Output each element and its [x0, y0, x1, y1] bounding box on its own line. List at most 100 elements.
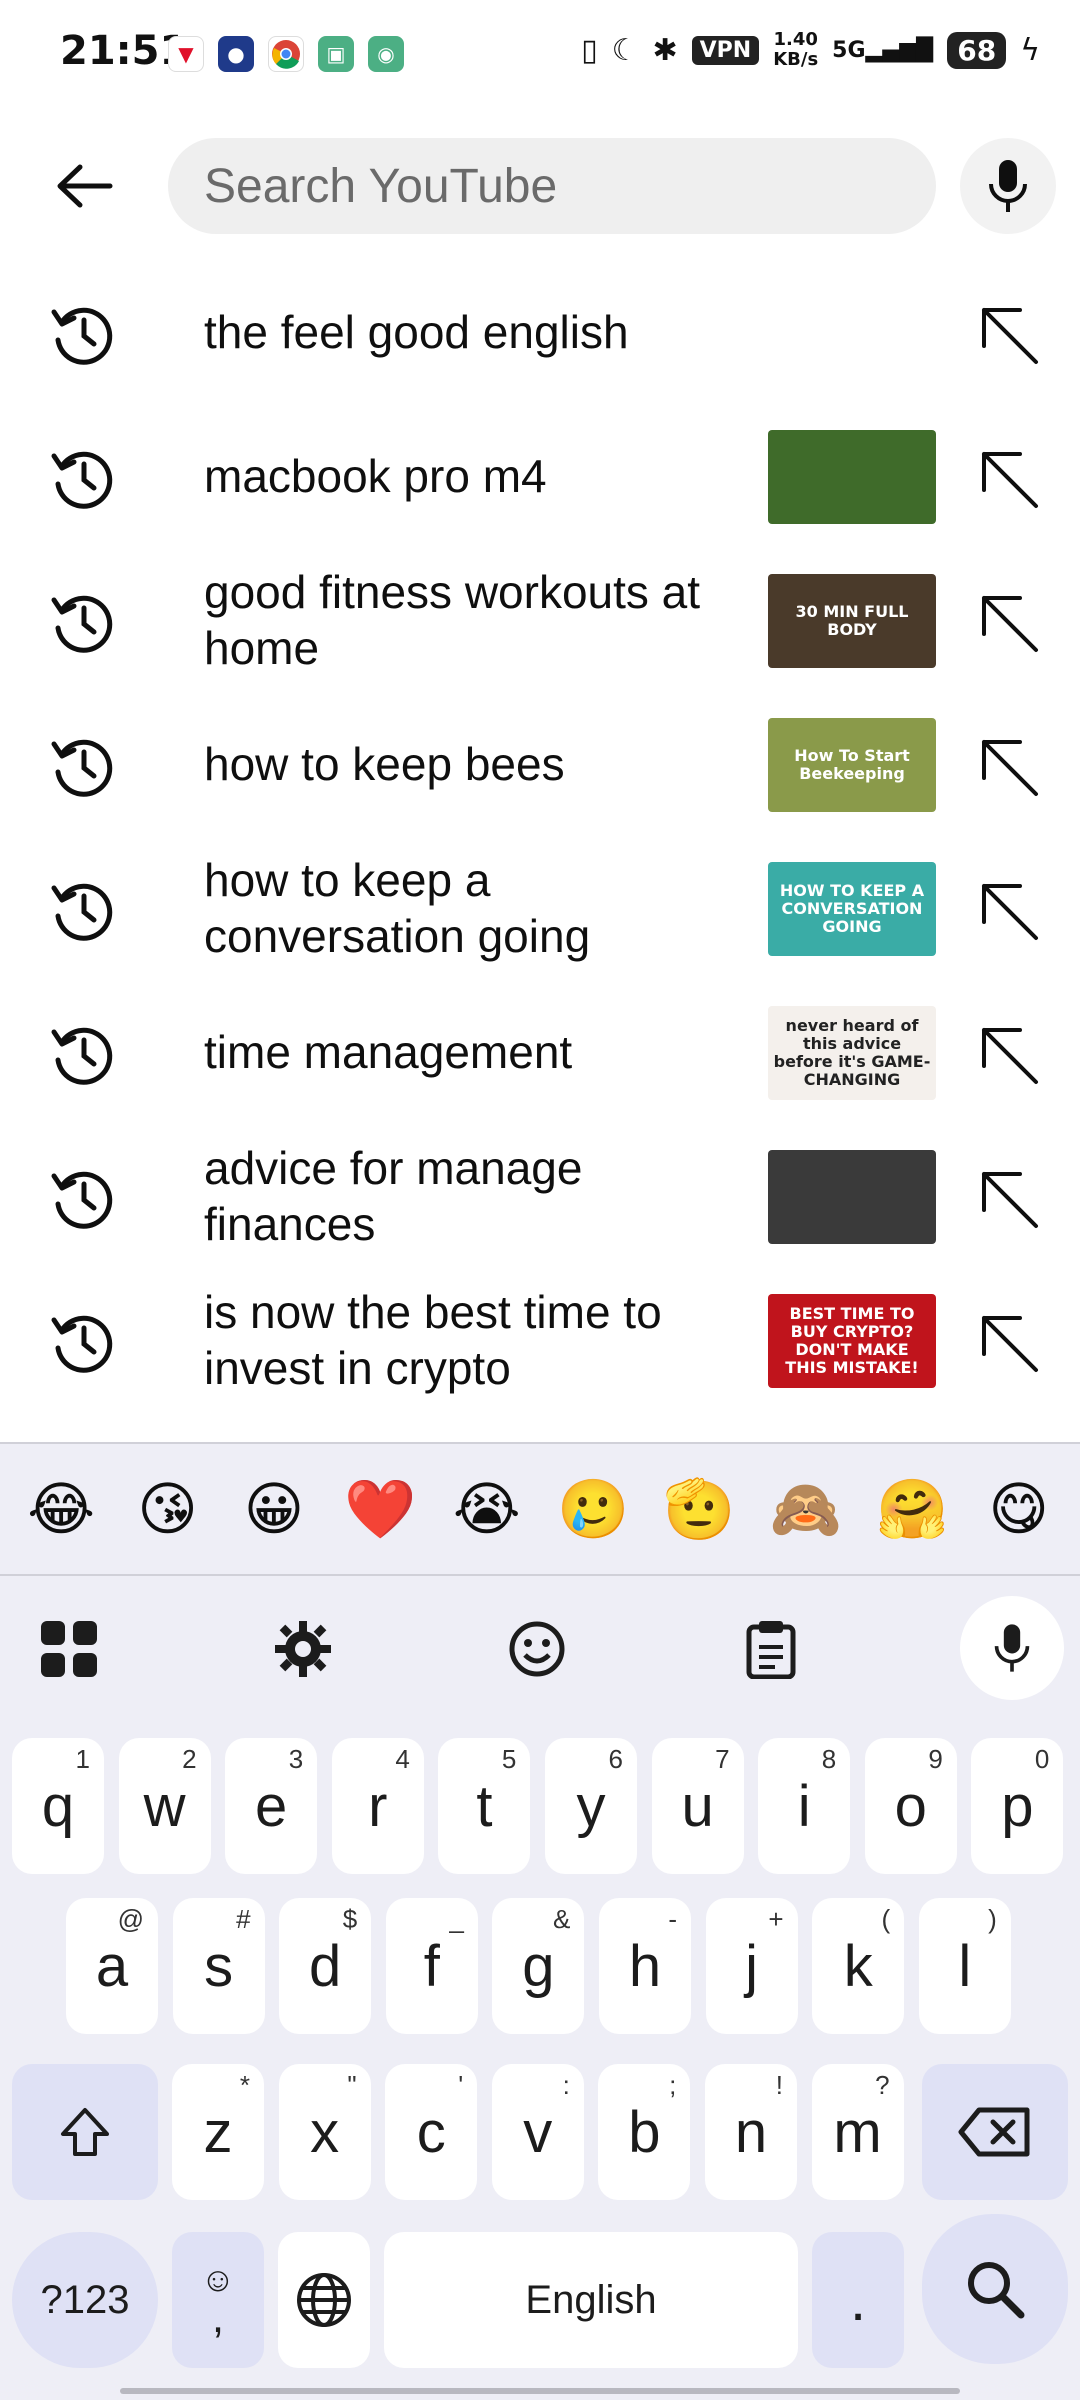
emoji-suggestion[interactable]: 🙈 — [756, 1475, 856, 1544]
key-r[interactable]: r4 — [331, 1738, 424, 1874]
key-h[interactable]: h- — [599, 1898, 691, 2034]
thumbnail-caption: never heard of this advice before it's G… — [773, 1016, 931, 1089]
key-e[interactable]: e3 — [225, 1738, 318, 1874]
fill-query-arrow-button[interactable] — [970, 872, 1050, 952]
language-key[interactable] — [278, 2232, 370, 2368]
speed-value: 1.40 — [773, 29, 818, 50]
key-label: u — [681, 1773, 714, 1839]
comma-key[interactable]: ☺, — [172, 2232, 264, 2368]
key-x[interactable]: x " — [278, 2064, 371, 2200]
suggestion-text: macbook pro m4 — [204, 450, 547, 502]
emoji-suggestion[interactable]: 😭 — [437, 1475, 537, 1543]
key-m[interactable]: m? — [811, 2064, 904, 2200]
key-b[interactable]: b; — [598, 2064, 691, 2200]
emoji-suggestion[interactable]: ❤️ — [330, 1475, 430, 1544]
symbols-key[interactable]: ?123 — [12, 2232, 158, 2368]
key-p[interactable]: p0 — [971, 1738, 1064, 1874]
key-label: d — [309, 1933, 342, 1999]
space-key[interactable]: English — [384, 2232, 798, 2368]
key-hint: ( — [881, 1904, 891, 1934]
key-hint: 9 — [928, 1744, 943, 1774]
history-icon — [48, 300, 118, 370]
fill-query-arrow-button[interactable] — [970, 584, 1050, 664]
suggestion-item[interactable]: the feel good english — [0, 260, 1080, 404]
key-label: English — [525, 2277, 657, 2322]
key-f[interactable]: f _ — [385, 1898, 478, 2034]
key-w[interactable]: w2 — [118, 1738, 211, 1874]
suggestion-item[interactable]: how to keep bees How To Start Beekeeping — [0, 692, 1080, 836]
key-label: q — [41, 1773, 75, 1839]
emoji-suggestion[interactable]: 🤗 — [862, 1475, 962, 1544]
arrow-up-left-icon — [970, 1316, 1050, 1388]
key-hint: 1 — [75, 1744, 90, 1774]
charging-icon: ϟ — [1020, 32, 1040, 68]
emoji-suggestion[interactable]: 😂 — [11, 1475, 111, 1543]
key-s[interactable]: s # — [172, 1898, 265, 2034]
suggestion-thumbnail — [768, 430, 936, 524]
key-hint: 3 — [288, 1744, 304, 1774]
backspace-key[interactable] — [922, 2064, 1068, 2200]
emoji-suggestion[interactable]: 😋 — [969, 1475, 1069, 1543]
key-v[interactable]: v: — [491, 2064, 584, 2200]
fill-query-arrow-button[interactable] — [970, 296, 1050, 376]
emoji-keyboard-button[interactable] — [492, 1604, 582, 1694]
suggestion-item[interactable]: advice for manage finances — [0, 1124, 1080, 1268]
key-c[interactable]: c ' — [385, 2064, 478, 2200]
suggestion-item[interactable]: how to keep a conversation going HOW TO K… — [0, 836, 1080, 980]
history-icon — [48, 876, 118, 946]
fill-query-arrow-button[interactable] — [970, 1016, 1050, 1096]
key-label: r — [368, 1773, 388, 1839]
key-a[interactable]: a @ — [66, 1898, 158, 2034]
status-indicators: ▯ ☾ ✱ VPN 1.40 KB/s 5G▂▄▆█ 68 ϟ — [581, 30, 1040, 70]
emoji-suggestion[interactable]: 😘 — [118, 1475, 218, 1543]
key-z[interactable]: z * — [172, 2064, 264, 2200]
key-q[interactable]: q1 — [12, 1738, 104, 1874]
key-label: i — [797, 1773, 811, 1839]
key-i[interactable]: i8 — [758, 1738, 851, 1874]
key-hint: 2 — [182, 1744, 197, 1774]
shift-key[interactable] — [12, 2064, 158, 2200]
app-notification-icon: ▣ — [318, 36, 354, 72]
fill-query-arrow-button[interactable] — [970, 440, 1050, 520]
keyboard-voice-button[interactable] — [960, 1596, 1064, 1700]
apps-grid-button[interactable] — [24, 1604, 114, 1694]
key-j[interactable]: j + — [705, 1898, 798, 2034]
key-t[interactable]: t5 — [438, 1738, 531, 1874]
key-y[interactable]: y6 — [545, 1738, 637, 1874]
key-u[interactable]: u7 — [651, 1738, 744, 1874]
emoji-suggestion[interactable]: 😀 — [224, 1475, 324, 1543]
fill-query-arrow-button[interactable] — [970, 1304, 1050, 1384]
search-key[interactable] — [922, 2214, 1068, 2364]
voice-search-button[interactable] — [960, 138, 1056, 234]
emoji-suggestion[interactable]: 🫡 — [650, 1475, 750, 1544]
keyboard-settings-button[interactable] — [258, 1604, 348, 1694]
emoji-suggestion[interactable]: 🥲 — [543, 1475, 643, 1544]
key-label: e — [255, 1773, 288, 1839]
key-label: a — [95, 1933, 129, 1999]
key-o[interactable]: o9 — [864, 1738, 957, 1874]
key-label: c — [416, 2099, 446, 2165]
fill-query-arrow-button[interactable] — [970, 728, 1050, 808]
status-bar: 21:51 ▼ ● ▣ ◉ ▯ ☾ ✱ VPN 1.40 KB/s 5G▂▄▆█… — [0, 0, 1080, 110]
fill-query-arrow-button[interactable] — [970, 1160, 1050, 1240]
key-l[interactable]: l) — [918, 1898, 1011, 2034]
search-input[interactable] — [168, 138, 936, 234]
key-label: p — [1001, 1773, 1034, 1839]
key-label: s — [204, 1933, 234, 1999]
suggestion-item[interactable]: time management never heard of this advic… — [0, 980, 1080, 1124]
suggestion-item[interactable]: good fitness workouts at home 30 MIN FULL… — [0, 548, 1080, 692]
thumbnail-caption: HOW TO KEEP A CONVERSATION GOING — [779, 881, 925, 936]
suggestion-item[interactable]: macbook pro m4 — [0, 404, 1080, 548]
thumbnail-caption — [768, 430, 936, 524]
period-key[interactable]: . — [812, 2232, 904, 2368]
gesture-navigation-bar[interactable] — [120, 2388, 960, 2394]
key-g[interactable]: g & — [492, 1898, 585, 2034]
suggestion-item[interactable]: is now the best time to invest in crypto… — [0, 1268, 1080, 1412]
key-d[interactable]: d $ — [279, 1898, 372, 2034]
on-screen-keyboard: 😂 😘 😀 ❤️ 😭 🥲 🫡 🙈 🤗 😋 q 1 w 2 e 3 r 4 t 5 y 6 u 7 i 8 o 9 p 0 a @ s # d $ f _… — [0, 1442, 1080, 2400]
key-k[interactable]: k( — [812, 1898, 905, 2034]
key-n[interactable]: n! — [705, 2064, 797, 2200]
clipboard-button[interactable] — [726, 1604, 816, 1694]
back-button[interactable] — [44, 146, 124, 226]
key-label: n — [734, 2099, 768, 2165]
